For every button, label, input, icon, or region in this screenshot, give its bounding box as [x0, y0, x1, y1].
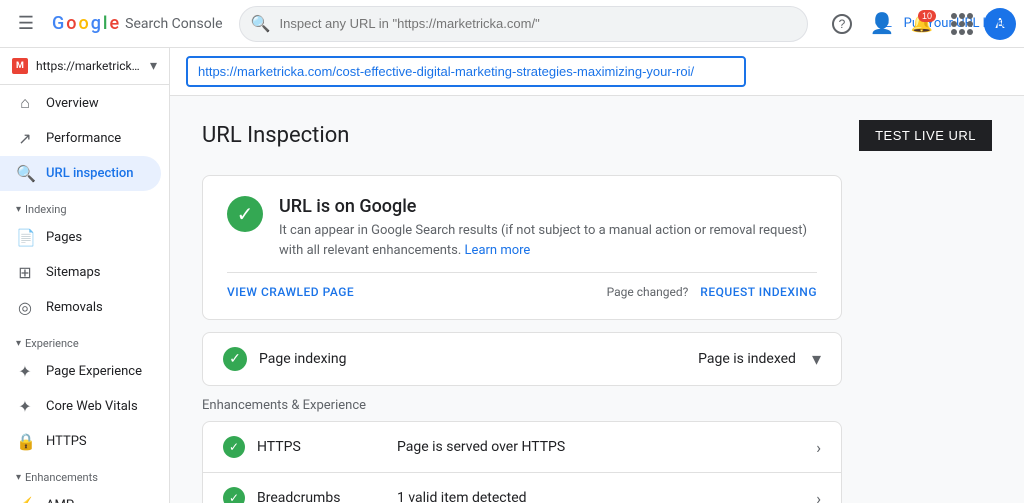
account-circle-button[interactable]: 👤 — [864, 6, 900, 42]
page-indexing-row[interactable]: ✓ Page indexing Page is indexed ▾ — [203, 333, 841, 385]
app-name: Search Console — [125, 16, 222, 32]
checkmark-icon: ✓ — [237, 202, 254, 226]
status-text-block: URL is on Google It can appear in Google… — [279, 196, 817, 260]
experience-section-label[interactable]: ▾ Experience — [0, 325, 169, 354]
page-changed-label: Page changed? — [607, 285, 689, 299]
sidebar-item-page-experience-label: Page Experience — [46, 364, 142, 379]
enhancements-caret-icon: ▾ — [16, 472, 21, 483]
indexing-section-label[interactable]: ▾ Indexing — [0, 191, 169, 220]
enhancements-section-label: Enhancements & Experience — [202, 398, 842, 413]
overview-icon: ⌂ — [16, 93, 34, 113]
enhancements-card: ✓ HTTPS Page is served over HTTPS › ✓ Br… — [202, 421, 842, 503]
sidebar-item-performance-label: Performance — [46, 131, 121, 146]
https-icon: 🔒 — [16, 432, 34, 451]
status-icon-circle: ✓ — [227, 196, 263, 232]
property-chevron-icon: ▾ — [150, 58, 157, 74]
amp-icon: ⚡ — [16, 496, 34, 503]
url-inspection-icon: 🔍 — [16, 164, 34, 183]
sidebar-item-url-inspection-label: URL inspection — [46, 166, 134, 181]
sidebar-item-core-web-vitals-label: Core Web Vitals — [46, 399, 138, 414]
topbar: ☰ Google Search Console 🔍 ← Put Your URL… — [0, 0, 1024, 48]
main-layout: M https://marketricka... ▾ ⌂ Overview ↗ … — [0, 48, 1024, 503]
sidebar-item-amp[interactable]: ⚡ AMP — [0, 488, 161, 503]
sidebar-item-removals-label: Removals — [46, 300, 103, 315]
core-web-vitals-icon: ✦ — [16, 397, 34, 416]
sidebar-item-overview[interactable]: ⌂ Overview — [0, 85, 161, 121]
enhancement-row-https[interactable]: ✓ HTTPS Page is served over HTTPS › — [203, 422, 841, 473]
enhancement-breadcrumbs-icon: ✓ — [223, 487, 245, 503]
property-selector[interactable]: M https://marketricka... ▾ — [0, 48, 169, 85]
request-indexing-link[interactable]: REQUEST INDEXING — [700, 285, 817, 299]
sidebar-item-overview-label: Overview — [46, 96, 99, 111]
page-indexing-label: Page indexing — [259, 351, 698, 367]
page-experience-icon: ✦ — [16, 362, 34, 381]
topbar-left: ☰ Google Search Console — [8, 6, 223, 42]
sidebar-item-page-experience[interactable]: ✦ Page Experience — [0, 354, 161, 389]
enhancement-breadcrumbs-name: Breadcrumbs — [257, 490, 397, 503]
sidebar-item-pages-label: Pages — [46, 230, 82, 245]
enhancement-breadcrumbs-chevron-icon: › — [816, 489, 821, 503]
sidebar-item-https-label: HTTPS — [46, 434, 87, 449]
search-icon: 🔍 — [251, 14, 271, 33]
sidebar-item-sitemaps[interactable]: ⊞ Sitemaps — [0, 255, 161, 290]
search-bar-wrapper: 🔍 ← Put Your URL here — [239, 6, 808, 42]
sidebar-item-sitemaps-label: Sitemaps — [46, 265, 101, 280]
status-card: ✓ URL is on Google It can appear in Goog… — [202, 175, 842, 320]
enhancements-section-label[interactable]: ▾ Enhancements — [0, 459, 169, 488]
performance-icon: ↗ — [16, 129, 34, 148]
url-search-input[interactable] — [239, 6, 808, 42]
property-name: https://marketricka... — [36, 59, 142, 73]
notifications-badge: 10 — [918, 10, 936, 22]
apps-icon — [951, 13, 973, 35]
sidebar-item-core-web-vitals[interactable]: ✦ Core Web Vitals — [0, 389, 161, 424]
indexing-caret-icon: ▾ — [16, 204, 21, 215]
notifications-button[interactable]: 🔔 10 — [904, 6, 940, 42]
enhancement-https-status: Page is served over HTTPS — [397, 439, 816, 455]
page-changed-area: Page changed? REQUEST INDEXING — [607, 285, 817, 299]
sidebar-item-pages[interactable]: 📄 Pages — [0, 220, 161, 255]
status-actions: VIEW CRAWLED PAGE Page changed? REQUEST … — [227, 272, 817, 299]
status-title: URL is on Google — [279, 196, 817, 217]
hamburger-menu-button[interactable]: ☰ — [8, 6, 44, 42]
apps-button[interactable] — [944, 6, 980, 42]
enhancement-https-icon: ✓ — [223, 436, 245, 458]
account-icon: 👤 — [870, 11, 895, 36]
experience-caret-icon: ▾ — [16, 338, 21, 349]
check-icon: ✓ — [229, 351, 241, 367]
enhancement-https-chevron-icon: › — [816, 438, 821, 457]
inspected-url-input[interactable] — [186, 56, 746, 87]
check-icon: ✓ — [229, 491, 239, 503]
property-favicon: M — [12, 58, 28, 74]
sidebar: M https://marketricka... ▾ ⌂ Overview ↗ … — [0, 48, 170, 503]
check-icon: ✓ — [229, 440, 239, 454]
pages-icon: 📄 — [16, 228, 34, 247]
test-live-url-button[interactable]: TEST LIVE URL — [859, 120, 992, 151]
status-description: It can appear in Google Search results (… — [279, 221, 817, 260]
enhancement-breadcrumbs-status: 1 valid item detected — [397, 490, 816, 503]
sidebar-item-amp-label: AMP — [46, 498, 74, 503]
help-icon: ? — [832, 14, 852, 34]
learn-more-link[interactable]: Learn more — [465, 243, 531, 258]
enhancement-https-name: HTTPS — [257, 439, 397, 455]
removals-icon: ◎ — [16, 298, 34, 317]
view-crawled-page-link[interactable]: VIEW CRAWLED PAGE — [227, 285, 354, 299]
page-indexing-status-icon: ✓ — [223, 347, 247, 371]
page-indexing-card: ✓ Page indexing Page is indexed ▾ — [202, 332, 842, 386]
help-button[interactable]: ? — [824, 6, 860, 42]
sitemaps-icon: ⊞ — [16, 263, 34, 282]
page-indexing-chevron-icon: ▾ — [812, 349, 821, 370]
page-header: URL Inspection TEST LIVE URL — [202, 120, 992, 151]
page-title: URL Inspection — [202, 123, 349, 148]
sidebar-item-https[interactable]: 🔒 HTTPS — [0, 424, 161, 459]
sidebar-item-url-inspection[interactable]: 🔍 URL inspection — [0, 156, 161, 191]
page-content: URL Inspection TEST LIVE URL ✓ URL is on… — [170, 96, 1024, 503]
google-logo: Google Search Console — [52, 13, 223, 34]
sidebar-item-performance[interactable]: ↗ Performance — [0, 121, 161, 156]
enhancement-row-breadcrumbs[interactable]: ✓ Breadcrumbs 1 valid item detected › — [203, 473, 841, 503]
content-area: URL Inspection TEST LIVE URL ✓ URL is on… — [170, 48, 1024, 503]
status-header: ✓ URL is on Google It can appear in Goog… — [227, 196, 817, 260]
url-inspection-bar — [170, 48, 1024, 96]
sidebar-item-removals[interactable]: ◎ Removals — [0, 290, 161, 325]
page-indexing-value: Page is indexed — [698, 351, 796, 367]
